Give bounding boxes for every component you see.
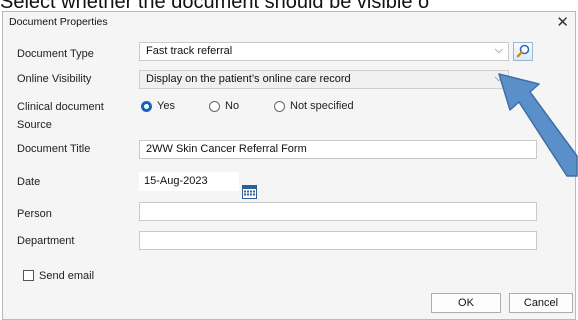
radio-no-label: No — [225, 100, 240, 112]
radio-yes[interactable]: Yes — [141, 100, 175, 112]
online-visibility-select[interactable]: Display on the patient’s online care rec… — [139, 70, 509, 89]
send-email-checkbox[interactable] — [23, 270, 34, 281]
online-visibility-label: Online Visibility — [17, 73, 92, 85]
person-label: Person — [17, 208, 52, 220]
clinical-source-label-line1: Clinical document — [17, 101, 104, 113]
dialog-title: Document Properties — [9, 16, 108, 28]
document-properties-dialog: Document Properties ✕ Document Type Fast… — [2, 11, 576, 320]
dialog-titlebar: Document Properties ✕ — [3, 12, 575, 34]
radio-yes-label: Yes — [157, 100, 175, 112]
radio-not-specified[interactable]: Not specified — [274, 100, 354, 112]
radio-unselected-icon — [274, 100, 285, 112]
radio-no[interactable]: No — [209, 100, 239, 112]
date-label: Date — [17, 176, 41, 188]
document-title-label: Document Title — [17, 143, 91, 155]
document-title-input[interactable]: 2WW Skin Cancer Referral Form — [139, 140, 537, 159]
radio-unselected-icon — [209, 100, 220, 112]
department-input[interactable] — [139, 231, 537, 250]
document-title-value: 2WW Skin Cancer Referral Form — [146, 143, 307, 155]
document-type-label: Document Type — [17, 48, 94, 60]
radio-selected-icon — [141, 100, 152, 112]
date-value: 15-Aug-2023 — [144, 175, 208, 187]
date-input[interactable]: 15-Aug-2023 — [139, 172, 239, 191]
send-email-label: Send email — [39, 270, 95, 282]
person-input[interactable] — [139, 202, 537, 221]
close-icon[interactable]: ✕ — [556, 13, 569, 31]
department-label: Department — [17, 235, 75, 247]
annotation-arrow-icon — [498, 73, 578, 177]
search-lookup-button[interactable] — [513, 42, 533, 61]
chevron-down-icon[interactable]: ⌵ — [495, 44, 503, 57]
ok-button[interactable]: OK — [431, 293, 501, 313]
online-visibility-value: Display on the patient’s online care rec… — [146, 73, 351, 85]
cancel-button[interactable]: Cancel — [509, 293, 573, 313]
clinical-source-label-line2: Source — [17, 119, 52, 131]
magnifier-icon — [516, 44, 530, 58]
document-type-value: Fast track referral — [146, 45, 233, 57]
radio-not-specified-label: Not specified — [290, 100, 354, 112]
calendar-icon[interactable] — [242, 185, 257, 199]
document-type-select[interactable]: Fast track referral ⌵ — [139, 42, 509, 61]
